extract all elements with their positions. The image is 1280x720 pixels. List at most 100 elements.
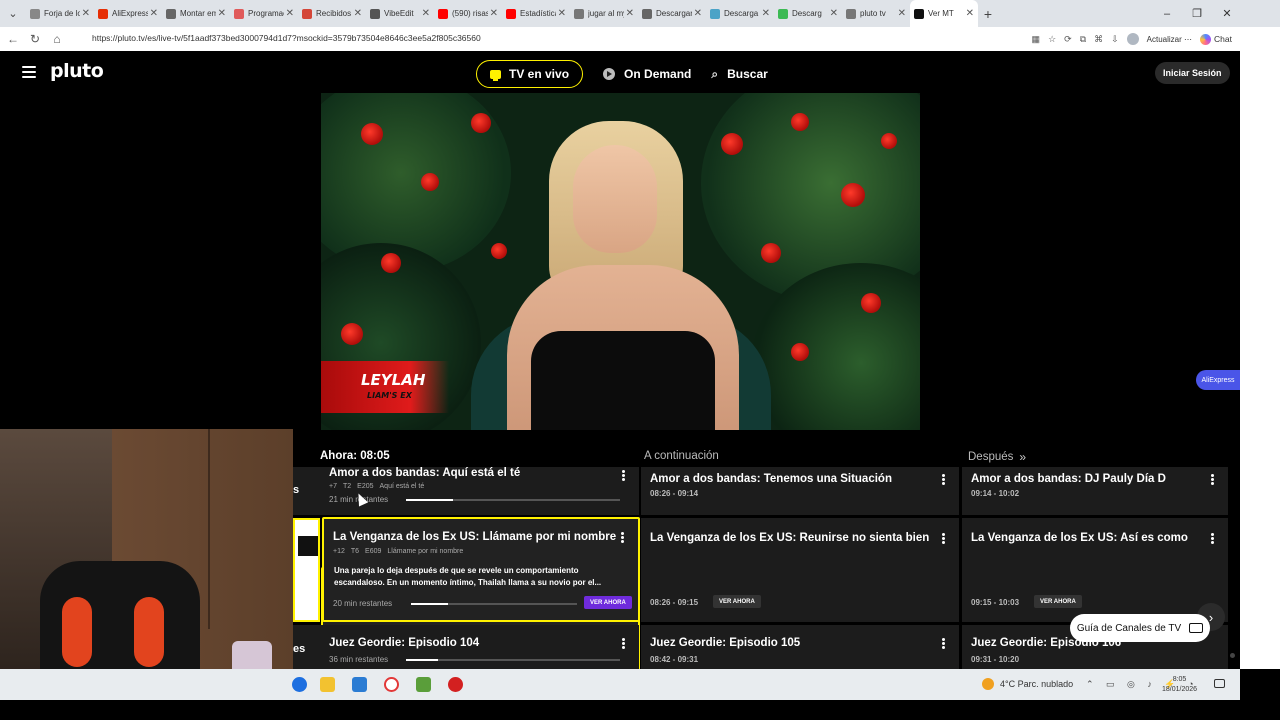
more-options-icon[interactable] xyxy=(941,637,945,650)
grid-icon[interactable]: ▦ xyxy=(1032,34,1041,45)
clock[interactable]: 8:05 18/01/2026 xyxy=(1162,675,1197,695)
program-time: 09:14 - 10:02 xyxy=(971,489,1020,498)
minimize-icon[interactable]: – xyxy=(1152,0,1182,27)
tab-close-icon[interactable]: ✕ xyxy=(966,8,974,19)
browser-tab[interactable]: Descargar ✕ xyxy=(638,0,706,27)
more-options-icon[interactable] xyxy=(941,532,945,545)
browser-tab[interactable]: VibeEdit ✕ xyxy=(366,0,434,27)
signin-button[interactable]: Iniciar Sesión xyxy=(1155,62,1230,84)
program-cell-after[interactable]: Amor a dos bandas: DJ Pauly Día D 09:14 … xyxy=(962,467,1228,515)
update-button[interactable]: Actualizar ⋯ xyxy=(1147,35,1192,44)
tab-favicon-icon xyxy=(166,8,176,19)
weather-widget[interactable]: 4°C Parc. nublado xyxy=(982,678,1073,690)
chat-button[interactable]: Chat xyxy=(1200,33,1232,45)
more-options-icon[interactable] xyxy=(1210,473,1214,486)
program-cell-next[interactable]: Amor a dos bandas: Tenemos una Situación… xyxy=(641,467,959,515)
close-window-icon[interactable]: ✕ xyxy=(1212,0,1242,27)
watch-now-button[interactable]: VER AHORA xyxy=(713,595,761,608)
refresh-icon[interactable]: ↻ xyxy=(24,32,46,46)
file-explorer-icon[interactable] xyxy=(320,677,335,692)
browser-tab[interactable]: Recibidos (✕ xyxy=(298,0,366,27)
channel-logo-cell-focused[interactable] xyxy=(293,518,320,622)
program-cell-after[interactable]: La Venganza de los Ex US: Así es como te… xyxy=(962,518,1228,622)
program-cell-now[interactable]: Amor a dos bandas: Aquí está el té +7 T2… xyxy=(320,467,639,515)
program-title: La Venganza de los Ex US: Reunirse no si… xyxy=(650,532,930,544)
tab-close-icon[interactable]: ✕ xyxy=(898,8,906,19)
browser-tab[interactable]: Descarga ✕ xyxy=(706,0,774,27)
tab-close-icon[interactable]: ✕ xyxy=(354,8,362,19)
browser-tab[interactable]: Montar em ✕ xyxy=(162,0,230,27)
edge-icon[interactable] xyxy=(292,677,307,692)
program-time: 09:31 - 10:20 xyxy=(971,655,1020,664)
flower xyxy=(421,173,439,191)
browser-tab[interactable]: pluto tv ✕ xyxy=(842,0,910,27)
program-cell-now[interactable]: Juez Geordie: Episodio 104 36 min restan… xyxy=(320,625,639,669)
video-player[interactable]: LEYLAH LIAM'S EX xyxy=(321,93,920,430)
program-title: La Venganza de los Ex US: Así es como te… xyxy=(971,532,1191,544)
scroll-indicator[interactable] xyxy=(1230,653,1235,658)
new-tab-icon[interactable]: + xyxy=(978,6,998,22)
url-field[interactable]: https://pluto.tv/es/live-tv/5f1aadf373be… xyxy=(92,33,481,43)
tab-close-icon[interactable]: ✕ xyxy=(150,8,158,19)
watch-now-button[interactable]: VER AHORA xyxy=(584,596,632,609)
collections-icon[interactable]: ⌘ xyxy=(1094,34,1103,45)
aliexpress-badge[interactable]: AliExpress xyxy=(1196,370,1240,390)
channel-logo-cell[interactable]: s xyxy=(293,467,320,515)
tab-favicon-icon xyxy=(574,8,584,19)
outlook-icon[interactable] xyxy=(352,677,367,692)
tab-close-icon[interactable]: ✕ xyxy=(82,8,90,19)
episode-title: Llámame por mi nombre xyxy=(387,548,464,555)
watch-now-button[interactable]: VER AHORA xyxy=(1034,595,1082,608)
opera-icon[interactable] xyxy=(384,677,399,692)
tab-close-icon[interactable]: ✕ xyxy=(762,8,770,19)
nav-on-demand[interactable]: On Demand xyxy=(603,67,691,81)
tab-favicon-icon xyxy=(302,8,312,19)
channel-logo-cell[interactable]: es xyxy=(293,625,320,669)
tab-close-icon[interactable]: ✕ xyxy=(218,8,226,19)
split-icon[interactable]: ⧉ xyxy=(1080,34,1086,45)
nav-live-tv[interactable]: TV en vivo xyxy=(476,60,584,88)
program-title: Amor a dos bandas: Tenemos una Situación xyxy=(650,473,892,485)
extensions-icon[interactable]: ⟳ xyxy=(1064,34,1072,45)
tab-close-icon[interactable]: ✕ xyxy=(830,8,838,19)
browser-tab[interactable]: jugar al my ✕ xyxy=(570,0,638,27)
notifications-icon[interactable] xyxy=(1214,679,1225,688)
home-icon[interactable]: ⌂ xyxy=(46,32,68,46)
tab-close-icon[interactable]: ✕ xyxy=(422,8,430,19)
hamburger-menu-icon[interactable] xyxy=(22,66,36,78)
tab-close-icon[interactable]: ✕ xyxy=(694,8,702,19)
app-icon[interactable] xyxy=(448,677,463,692)
more-options-icon[interactable] xyxy=(621,637,625,650)
profile-avatar[interactable] xyxy=(1126,33,1139,45)
tab-close-icon[interactable]: ✕ xyxy=(626,8,634,19)
tab-close-icon[interactable]: ✕ xyxy=(490,8,498,19)
browser-tab[interactable]: Forja de los✕ xyxy=(26,0,94,27)
tv-guide-button[interactable]: Guía de Canales de TV xyxy=(1070,614,1210,642)
tab-close-icon[interactable]: ✕ xyxy=(286,8,294,19)
program-cell-next[interactable]: La Venganza de los Ex US: Reunirse no si… xyxy=(641,518,959,622)
browser-tab[interactable]: Programaci✕ xyxy=(230,0,298,27)
more-options-icon[interactable] xyxy=(621,469,625,482)
program-cell-next[interactable]: Juez Geordie: Episodio 105 08:42 - 09:31 xyxy=(641,625,959,669)
browser-tab[interactable]: AliExpress ✕ xyxy=(94,0,162,27)
nav-search[interactable]: ⌕ Buscar xyxy=(711,67,767,82)
browser-tab[interactable]: (590) risas ✕ xyxy=(434,0,502,27)
favorite-star-icon[interactable]: ☆ xyxy=(1048,34,1056,45)
more-options-icon[interactable] xyxy=(941,473,945,486)
tab-list-button[interactable]: ⌄ xyxy=(0,0,26,27)
browser-tab[interactable]: Ver MT ✕ xyxy=(910,0,978,27)
maximize-icon[interactable]: ❐ xyxy=(1182,0,1212,27)
minecraft-icon[interactable] xyxy=(416,677,431,692)
tab-close-icon[interactable]: ✕ xyxy=(558,8,566,19)
back-icon[interactable]: ← xyxy=(2,32,24,46)
guide-after-header[interactable]: Después » xyxy=(968,450,1026,464)
browser-tab[interactable]: Descarg ✕ xyxy=(774,0,842,27)
more-options-icon[interactable] xyxy=(620,531,624,544)
focused-program-card[interactable]: La Venganza de los Ex US: Llámame por mi… xyxy=(322,517,640,622)
progress-fill xyxy=(406,659,439,661)
downloads-icon[interactable]: ⇩ xyxy=(1111,34,1119,45)
more-options-icon[interactable] xyxy=(1210,532,1214,545)
browser-tab[interactable]: Estadísticas✕ xyxy=(502,0,570,27)
pluto-logo[interactable]: pluto xyxy=(50,60,104,82)
tab-favicon-icon xyxy=(846,8,856,19)
